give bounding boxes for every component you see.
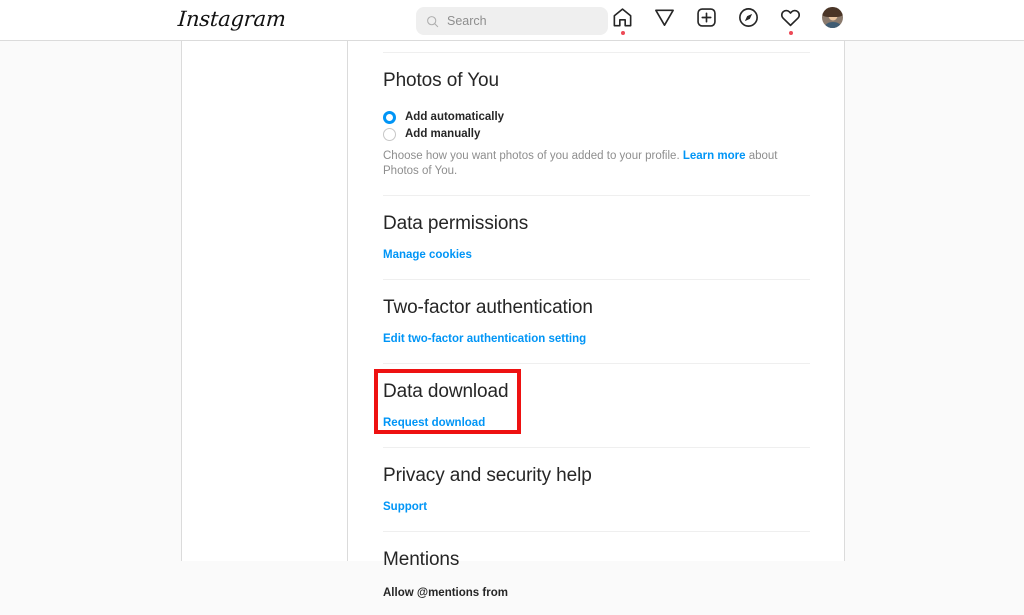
section-two-factor-authentication: Two-factor authentication Edit two-facto…: [383, 280, 810, 363]
instagram-logo[interactable]: Instagram: [177, 7, 286, 31]
mentions-heading: Mentions: [383, 547, 810, 573]
explore-icon[interactable]: [737, 6, 760, 29]
data-permissions-heading: Data permissions: [383, 211, 810, 237]
radio-add-automatically[interactable]: [383, 111, 396, 124]
help-prefix: Choose how you want photos of you added …: [383, 150, 680, 162]
request-download-link[interactable]: Request download: [383, 417, 485, 429]
page-body: Photos of You Add automatically Add manu…: [0, 41, 1024, 561]
section-data-permissions: Data permissions Manage cookies: [383, 196, 810, 279]
top-navigation-bar: Instagram: [0, 0, 1024, 41]
radio-add-manually[interactable]: [383, 128, 396, 141]
avatar: [822, 7, 843, 28]
support-link[interactable]: Support: [383, 501, 427, 513]
radio-row-add-manually[interactable]: Add manually: [383, 126, 810, 142]
mentions-subhead: Allow @mentions from: [383, 587, 810, 599]
home-notification-dot: [621, 31, 625, 35]
avatar-body: [824, 22, 841, 28]
edit-two-factor-link[interactable]: Edit two-factor authentication setting: [383, 333, 586, 345]
learn-more-link[interactable]: Learn more: [683, 150, 746, 162]
radio-row-add-automatically[interactable]: Add automatically: [383, 109, 810, 125]
search-icon: [426, 15, 439, 28]
avatar-hair: [822, 7, 843, 17]
new-post-icon[interactable]: [695, 6, 718, 29]
section-mentions: Mentions Allow @mentions from: [383, 532, 810, 615]
data-download-heading: Data download: [383, 379, 810, 405]
activity-notification-dot: [789, 31, 793, 35]
two-factor-heading: Two-factor authentication: [383, 295, 810, 321]
activity-heart-icon[interactable]: [779, 6, 802, 29]
settings-sidebar: [182, 41, 348, 561]
section-photos-of-you: Photos of You Add automatically Add manu…: [383, 53, 810, 195]
radio-label-add-manually[interactable]: Add manually: [405, 128, 480, 140]
photos-of-you-help-text: Choose how you want photos of you added …: [383, 149, 810, 179]
search-input[interactable]: [447, 14, 598, 28]
direct-message-icon[interactable]: [653, 6, 676, 29]
section-privacy-and-security-help: Privacy and security help Support: [383, 448, 810, 531]
manage-cookies-link[interactable]: Manage cookies: [383, 249, 472, 261]
photos-of-you-heading: Photos of You: [383, 68, 810, 94]
settings-card: Photos of You Add automatically Add manu…: [181, 41, 845, 561]
nav-icon-group: [611, 6, 844, 29]
radio-label-add-automatically[interactable]: Add automatically: [405, 111, 504, 123]
section-data-download: Data download Request download: [383, 364, 810, 447]
photos-of-you-radio-group: Add automatically Add manually: [383, 109, 810, 142]
search-bar[interactable]: [416, 7, 608, 35]
settings-content-column: Photos of You Add automatically Add manu…: [349, 41, 844, 561]
privacy-help-heading: Privacy and security help: [383, 463, 810, 489]
profile-avatar-button[interactable]: [821, 6, 844, 29]
home-icon[interactable]: [611, 6, 634, 29]
